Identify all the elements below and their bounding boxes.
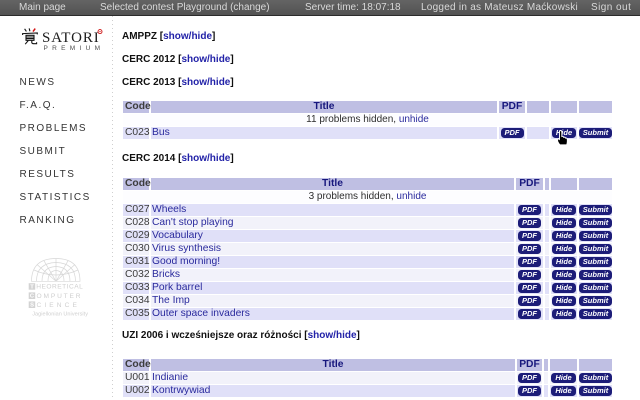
svg-text:OMPUTER: OMPUTER: [37, 293, 83, 300]
svg-text:CIENCE: CIENCE: [37, 302, 81, 309]
svg-text:T: T: [30, 284, 34, 290]
svg-text:S: S: [30, 303, 34, 309]
svg-text:Jagiellonian University: Jagiellonian University: [32, 311, 88, 317]
svg-text:HEORETICAL: HEORETICAL: [36, 284, 83, 291]
